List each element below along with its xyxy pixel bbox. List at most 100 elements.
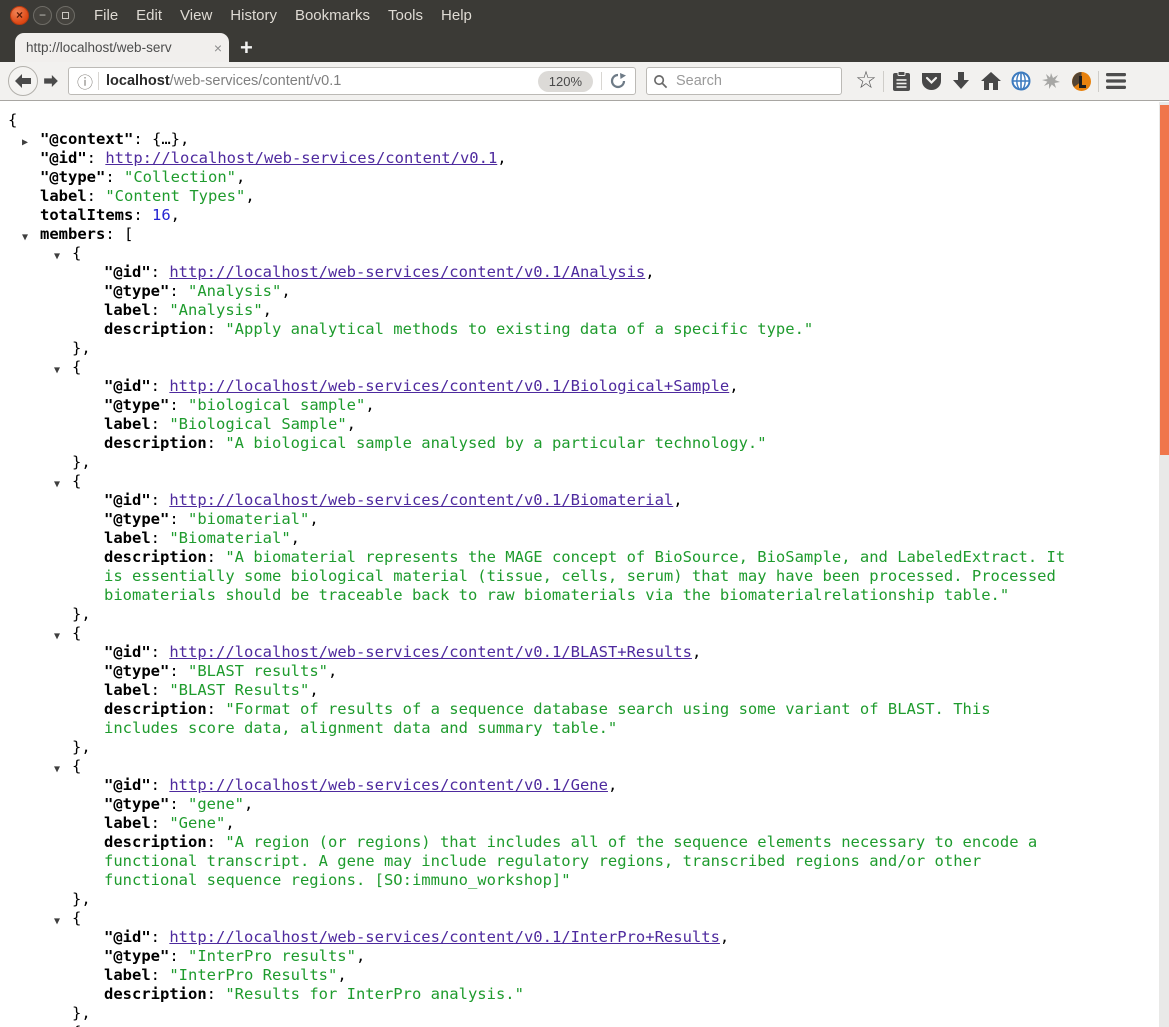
downloads-button[interactable] [946,66,976,96]
pocket-button[interactable] [916,66,946,96]
json-link[interactable]: http://localhost/web-services/content/v0… [169,928,720,946]
menu-bookmarks[interactable]: Bookmarks [286,3,379,28]
menu-history[interactable]: History [221,3,286,28]
json-key: "@type" [104,510,170,528]
tab-close-icon[interactable]: × [214,40,222,56]
url-text[interactable]: localhost/web-services/content/v0.1 [106,73,538,89]
json-colon: : [169,282,188,300]
json-string: "Apply analytical methods to existing da… [225,320,814,338]
json-colon: : [133,130,152,148]
json-line: ▼{ [8,624,1071,643]
menu-panel-button[interactable] [1101,66,1131,96]
json-comma: , [244,795,254,813]
reload-button[interactable] [610,73,626,89]
json-close-brace: }, [72,738,91,756]
json-colon: : [169,396,188,414]
back-button[interactable] [8,66,38,96]
json-comma: , [309,510,319,528]
json-line: "@type": "biological sample", [8,396,1071,415]
json-comma: , [645,263,655,281]
json-line: description: "Apply analytical methods t… [8,320,1071,339]
json-close-brace: }, [72,339,91,357]
json-line: }, [8,453,1071,472]
json-comma: , [290,529,301,547]
bookmarks-menu-button[interactable] [886,66,916,96]
json-link[interactable]: http://localhost/web-services/content/v0… [169,776,608,794]
json-line: ▼ members: [ [8,225,1071,244]
json-comma: , [235,168,246,186]
json-colon: : [169,662,188,680]
json-comma: , [281,282,291,300]
json-key: "@type" [104,396,170,414]
json-line: { [8,111,1071,130]
json-line: "@id": http://localhost/web-services/con… [8,776,1071,795]
json-key: "@id" [104,263,151,281]
json-string: "Biomaterial" [169,529,291,547]
zoom-level-badge[interactable]: 120% [537,70,593,92]
window-titlebar: × − File Edit View History Bookmarks Too… [0,0,1169,30]
json-key: description [104,434,207,452]
json-link[interactable]: http://localhost/web-services/content/v0… [169,377,729,395]
json-colon: : [150,814,170,832]
urlbar-separator [98,72,100,90]
json-colon: : [206,833,226,851]
json-line: }, [8,890,1071,909]
search-box[interactable] [646,67,842,95]
json-comma: , [691,643,702,661]
json-comma: , [365,396,375,414]
menu-bar: File Edit View History Bookmarks Tools H… [85,3,481,28]
active-tab[interactable]: http://localhost/web-serv × [15,33,229,62]
scrollbar-thumb[interactable] [1160,105,1169,455]
window-minimize-button[interactable]: − [33,5,52,25]
json-line: description: "A biological sample analys… [8,434,1071,453]
json-colon: : [206,985,226,1003]
json-link[interactable]: http://localhost/web-services/content/v0… [169,491,673,509]
json-comma: , [245,187,255,205]
menu-file[interactable]: File [85,3,127,28]
globe-extension-button[interactable] [1006,66,1036,96]
menu-help[interactable]: Help [432,3,481,28]
json-link[interactable]: http://localhost/web-services/content/v0… [105,149,497,167]
json-close-brace: }, [72,1004,91,1022]
menu-view[interactable]: View [171,3,221,28]
json-key: label [40,187,87,205]
json-colon: : [150,643,170,661]
vertical-scrollbar[interactable] [1159,102,1169,1027]
json-link[interactable]: http://localhost/web-services/content/v0… [169,263,645,281]
json-comma: , [346,415,356,433]
url-bar[interactable]: ⓘ localhost/web-services/content/v0.1 12… [68,67,636,95]
new-tab-button[interactable]: + [240,37,253,59]
json-colon: : [150,377,170,395]
bookmark-star-button[interactable]: ☆ [851,66,881,96]
window-maximize-button[interactable] [56,5,75,25]
home-button[interactable] [976,66,1006,96]
menu-tools[interactable]: Tools [379,3,432,28]
extension-orange-button[interactable] [1066,66,1096,96]
window-close-button[interactable]: × [10,5,29,25]
menu-edit[interactable]: Edit [127,3,171,28]
json-link[interactable]: http://localhost/web-services/content/v0… [169,643,692,661]
json-close-brace: }, [72,605,91,623]
json-colon: : [150,491,170,509]
json-key: "@type" [104,662,170,680]
json-key: label [104,415,151,433]
site-info-icon[interactable]: ⓘ [77,69,93,93]
json-string: "biological sample" [188,396,366,414]
urlbar-separator-2 [601,72,602,90]
json-line: label: "Biological Sample", [8,415,1071,434]
json-line: ▼{ [8,909,1071,928]
extension-splat-button[interactable] [1036,66,1066,96]
forward-button[interactable] [39,69,63,93]
json-string: "A biological sample analysed by a parti… [225,434,767,452]
json-string: "Gene" [169,814,226,832]
json-line: }, [8,1004,1071,1023]
json-line: label: "InterPro Results", [8,966,1071,985]
json-colon: : [86,187,106,205]
json-line: "@type": "biomaterial", [8,510,1071,529]
json-line: "@type": "Analysis", [8,282,1071,301]
url-host: localhost [106,73,170,89]
clipboard-icon [892,70,910,91]
json-key: "@type" [104,947,170,965]
json-string: "A biomaterial represents the MAGE conce… [104,548,1075,604]
search-input[interactable] [674,72,835,90]
